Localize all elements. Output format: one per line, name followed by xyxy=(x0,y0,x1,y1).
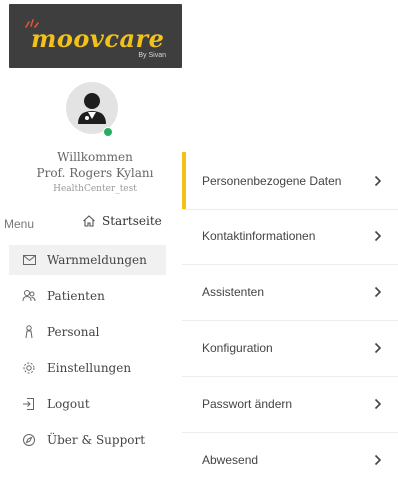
settings-item-label: Abwesend xyxy=(202,452,259,467)
chevron-right-icon xyxy=(374,230,384,242)
settings-item-assistants[interactable]: Assistenten xyxy=(182,263,398,321)
settings-item-contact-info[interactable]: Kontaktinformationen xyxy=(182,207,398,265)
chevron-right-icon xyxy=(374,398,384,410)
brand-logo: moovcare By Sivan xyxy=(9,4,182,68)
menu-label: Menu xyxy=(4,217,35,231)
patients-icon xyxy=(21,288,37,304)
gear-icon xyxy=(21,360,37,376)
home-label: Startseite xyxy=(102,214,162,228)
settings-item-label: Konfiguration xyxy=(202,340,273,355)
nav-label: Logout xyxy=(47,397,90,411)
settings-item-personal-data[interactable]: Personenbezogene Daten xyxy=(182,152,398,210)
settings-panel: Personenbezogene Daten Kontaktinformatio… xyxy=(182,152,398,470)
chevron-right-icon xyxy=(374,342,384,354)
selected-indicator xyxy=(182,152,186,209)
chevron-right-icon xyxy=(374,175,384,187)
compass-icon xyxy=(21,432,37,448)
nav-label: Patienten xyxy=(47,289,105,303)
nav-item-patienten[interactable]: Patienten xyxy=(9,281,166,311)
logout-icon xyxy=(21,396,37,412)
settings-item-label: Kontaktinformationen xyxy=(202,228,316,243)
nav-item-warnmeldungen[interactable]: Warnmeldungen xyxy=(9,245,166,275)
avatar[interactable] xyxy=(66,82,118,134)
online-status-indicator xyxy=(103,127,113,137)
settings-item-label: Personenbezogene Daten xyxy=(202,173,342,188)
chevron-right-icon xyxy=(374,454,384,466)
user-name: Prof. Rogers Kylanı xyxy=(36,166,154,180)
brand-sub: By Sivan xyxy=(138,52,166,59)
nav-item-logout[interactable]: Logout xyxy=(9,389,166,419)
home-link[interactable]: Startseite xyxy=(82,214,162,228)
nav-item-personal[interactable]: Personal xyxy=(9,317,166,347)
nav-item-einstellungen[interactable]: Einstellungen xyxy=(9,353,166,383)
mail-icon xyxy=(21,252,37,268)
nav-item-ueber-support[interactable]: Über & Support xyxy=(9,425,166,455)
health-center-name: HealthCenter_test xyxy=(53,184,137,194)
nav-label: Personal xyxy=(47,325,100,339)
home-icon xyxy=(83,215,95,227)
brand-name: moovcare xyxy=(31,24,165,53)
settings-item-label: Assistenten xyxy=(202,284,265,299)
chevron-right-icon xyxy=(374,286,384,298)
settings-item-change-password[interactable]: Passwort ändern xyxy=(182,375,398,433)
nav-label: Über & Support xyxy=(47,433,146,447)
staff-icon xyxy=(21,324,37,340)
settings-item-label: Passwort ändern xyxy=(202,396,293,411)
nav-label: Einstellungen xyxy=(47,361,132,375)
doctor-avatar-icon xyxy=(78,93,106,124)
welcome-text: Willkommen xyxy=(57,150,133,164)
settings-item-absent[interactable]: Abwesend xyxy=(182,431,398,488)
nav-label: Warnmeldungen xyxy=(47,253,147,267)
settings-item-configuration[interactable]: Konfiguration xyxy=(182,319,398,377)
